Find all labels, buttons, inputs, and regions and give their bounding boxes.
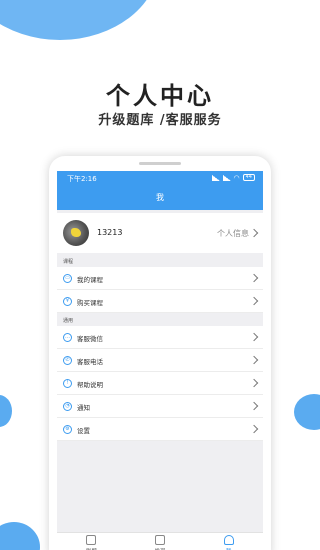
chevron-right-icon bbox=[249, 378, 259, 388]
tab-me[interactable]: 我 bbox=[194, 533, 263, 550]
profile-info-link[interactable]: 个人信息 bbox=[217, 228, 249, 239]
page-title: 我 bbox=[156, 193, 164, 202]
chevron-right-icon bbox=[249, 228, 259, 238]
discover-icon bbox=[155, 535, 165, 545]
decor-blob-right bbox=[294, 394, 320, 430]
section-label-general: 通用 bbox=[63, 318, 74, 324]
chevron-right-icon bbox=[249, 273, 259, 283]
promo-page: 个人中心 升级题库 /客服服务 下午2:16 ◠ 44 我 13213 个人信息 bbox=[0, 0, 320, 550]
app-screen: 下午2:16 ◠ 44 我 13213 个人信息 课程 ▭ 我的课程 ¥ 购买课… bbox=[57, 171, 263, 550]
wifi-icon: ◠ bbox=[233, 173, 240, 182]
phone-icon: ✆ bbox=[63, 356, 72, 365]
list-item-help[interactable]: ! 帮助说明 bbox=[57, 372, 263, 395]
list-item-label: 客服电话 bbox=[77, 358, 103, 366]
chevron-right-icon bbox=[249, 401, 259, 411]
chat-icon: … bbox=[63, 333, 72, 342]
list-item-wechat-support[interactable]: … 客服微信 bbox=[57, 326, 263, 349]
signal-icon bbox=[211, 174, 220, 181]
status-icons: ◠ 44 bbox=[211, 173, 255, 182]
decor-blob-bottom bbox=[0, 522, 40, 550]
avatar[interactable] bbox=[63, 220, 89, 246]
list-item-label: 我的课程 bbox=[77, 276, 103, 284]
list-item-notifications[interactable]: ◔ 通知 bbox=[57, 395, 263, 418]
profile-name: 13213 bbox=[97, 228, 123, 237]
phone-speaker bbox=[139, 162, 181, 165]
list-item-label: 通知 bbox=[77, 404, 90, 412]
list-item-phone-support[interactable]: ✆ 客服电话 bbox=[57, 349, 263, 372]
phone-frame: 下午2:16 ◠ 44 我 13213 个人信息 课程 ▭ 我的课程 ¥ 购买课… bbox=[49, 156, 271, 550]
book-icon: ▭ bbox=[63, 274, 72, 283]
signal-icon-2 bbox=[222, 174, 231, 181]
app-header: 下午2:16 ◠ 44 我 bbox=[57, 171, 263, 210]
status-time: 下午2:16 bbox=[67, 175, 97, 183]
battery-icon: 44 bbox=[242, 174, 255, 181]
edit-icon bbox=[86, 535, 97, 545]
bell-icon: ◔ bbox=[63, 402, 72, 411]
info-icon: ! bbox=[63, 379, 72, 388]
decor-blob-top bbox=[0, 0, 160, 40]
list-item-label: 购买课程 bbox=[77, 299, 103, 307]
decor-blob-left bbox=[0, 395, 12, 427]
section-label-course: 课程 bbox=[63, 259, 74, 265]
chevron-right-icon bbox=[249, 296, 259, 306]
chevron-right-icon bbox=[249, 424, 259, 434]
list-item-settings[interactable]: ⚙ 设置 bbox=[57, 418, 263, 441]
chevron-right-icon bbox=[249, 332, 259, 342]
promo-title: 个人中心 bbox=[106, 82, 214, 110]
chevron-right-icon bbox=[249, 355, 259, 365]
list-item-label: 帮助说明 bbox=[77, 381, 103, 389]
profile-card[interactable]: 13213 个人信息 bbox=[57, 213, 263, 253]
bottom-tab-bar: 刷题 发现 我 bbox=[57, 532, 263, 550]
list-item-my-courses[interactable]: ▭ 我的课程 bbox=[57, 267, 263, 290]
list-item-buy-courses[interactable]: ¥ 购买课程 bbox=[57, 290, 263, 313]
list-item-label: 客服微信 bbox=[77, 335, 103, 343]
person-icon bbox=[223, 535, 234, 545]
tab-discover[interactable]: 发现 bbox=[126, 533, 195, 550]
tab-practice[interactable]: 刷题 bbox=[57, 533, 126, 550]
promo-subtitle: 升级题库 /客服服务 bbox=[98, 113, 222, 128]
list-item-label: 设置 bbox=[77, 427, 90, 435]
coin-icon: ¥ bbox=[63, 297, 72, 306]
gear-icon: ⚙ bbox=[63, 425, 72, 434]
